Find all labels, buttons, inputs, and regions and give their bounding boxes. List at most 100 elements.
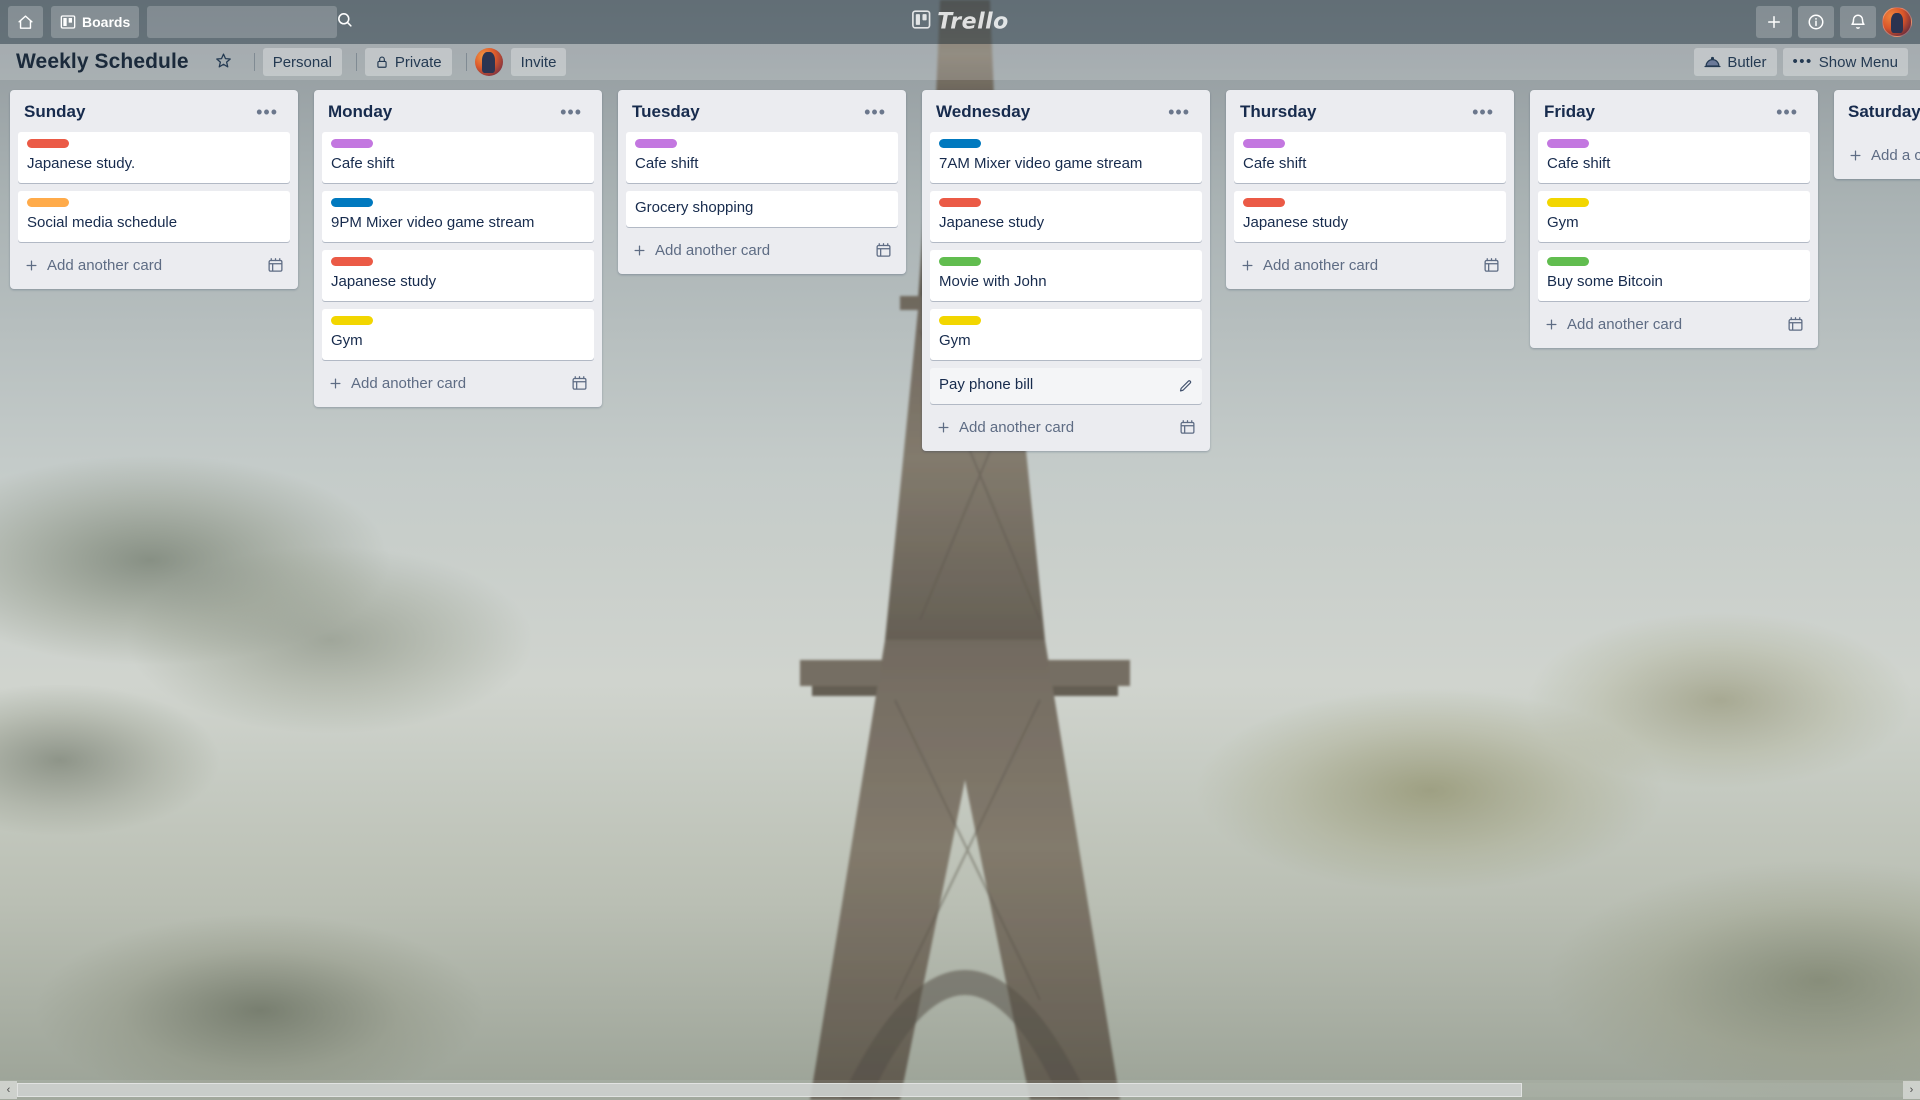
card[interactable]: 7AM Mixer video game stream [930,132,1202,183]
card[interactable]: Social media schedule [18,191,290,242]
board-header-right-actions: Butler ••• Show Menu [1694,48,1910,76]
card-title: Gym [939,332,971,349]
card-template-icon[interactable] [571,375,588,392]
card-label-yellow[interactable] [331,316,373,325]
card-label-orange[interactable] [27,198,69,207]
trello-logo-icon [911,10,931,35]
card[interactable]: Gym [930,309,1202,360]
card-label-blue[interactable] [939,139,981,148]
team-button[interactable]: Personal [262,48,342,76]
scroll-left-button[interactable]: ‹ [0,1081,17,1099]
chevron-right-icon: › [1909,1084,1914,1096]
add-card-text: Add another card [351,375,467,392]
list-menu-button[interactable]: ••• [250,103,284,121]
add-card-button[interactable]: Add another card [322,368,594,399]
card-template-icon[interactable] [1483,257,1500,274]
add-card-label-group: Add another card [632,242,875,259]
card[interactable]: Japanese study [1234,191,1506,242]
butler-button[interactable]: Butler [1694,48,1777,76]
list-header: Saturday [1842,98,1920,132]
add-card-button[interactable]: Add another card [1234,250,1506,281]
add-card-button[interactable]: Add another card [626,235,898,266]
card[interactable]: 9PM Mixer video game stream [322,191,594,242]
card[interactable]: Cafe shift [1538,132,1810,183]
card[interactable]: Japanese study [322,250,594,301]
list-title[interactable]: Friday [1544,102,1770,122]
pencil-icon[interactable] [1174,375,1196,397]
list-menu-button[interactable]: ••• [1466,103,1500,121]
card[interactable]: Gym [322,309,594,360]
add-card-button[interactable]: Add another card [930,412,1202,443]
list-title[interactable]: Saturday [1848,102,1920,122]
card-label-green[interactable] [939,257,981,266]
card-label-purple[interactable] [1243,139,1285,148]
card[interactable]: Gym [1538,191,1810,242]
list-title[interactable]: Wednesday [936,102,1162,122]
card[interactable]: Pay phone bill [930,368,1202,404]
card-title: Japanese study [331,273,437,290]
add-button[interactable] [1756,6,1792,38]
card[interactable]: Movie with John [930,250,1202,301]
plus-icon [328,376,343,391]
card[interactable]: Cafe shift [626,132,898,183]
trello-logo[interactable]: Trello [911,10,1009,35]
card-label-red[interactable] [331,257,373,266]
add-card-button[interactable]: Add another card [1538,309,1810,340]
card[interactable]: Cafe shift [322,132,594,183]
list-title[interactable]: Monday [328,102,554,122]
card-list: Japanese study. Social media schedule [18,132,290,242]
home-button[interactable] [8,6,43,38]
card-label-purple[interactable] [331,139,373,148]
card-label-yellow[interactable] [939,316,981,325]
scroll-right-button[interactable]: › [1903,1081,1920,1099]
list-menu-button[interactable]: ••• [858,103,892,121]
card[interactable]: Cafe shift [1234,132,1506,183]
card-template-icon[interactable] [1787,316,1804,333]
list-menu-button[interactable]: ••• [1770,103,1804,121]
add-card-button[interactable]: Add another card [18,250,290,281]
visibility-button[interactable]: Private [364,48,452,76]
card-title: Social media schedule [27,214,178,231]
card[interactable]: Japanese study [930,191,1202,242]
plus-icon [632,243,647,258]
boards-button[interactable]: Boards [51,6,140,38]
card-template-icon[interactable] [267,257,284,274]
list-header: Sunday ••• [18,98,290,132]
list-menu-button[interactable]: ••• [1162,103,1196,121]
notifications-button[interactable] [1840,6,1876,38]
card-list: 7AM Mixer video game stream Japanese stud… [930,132,1202,404]
card[interactable]: Grocery shopping [626,191,898,227]
add-card-button[interactable]: Add a card [1842,140,1920,171]
card-label-purple[interactable] [1547,139,1589,148]
trello-logo-text: Trello [937,9,1009,35]
card-label-red[interactable] [939,198,981,207]
card-label-green[interactable] [1547,257,1589,266]
invite-button[interactable]: Invite [510,48,567,76]
info-button[interactable] [1798,6,1834,38]
list-title[interactable]: Thursday [1240,102,1466,122]
header-divider-1 [253,53,255,71]
card-template-icon[interactable] [875,242,892,259]
card-label-yellow[interactable] [1547,198,1589,207]
card-template-icon[interactable] [1179,419,1196,436]
search-box[interactable] [147,6,352,38]
card[interactable]: Buy some Bitcoin [1538,250,1810,301]
ellipsis-icon: ••• [864,102,886,122]
member-avatar[interactable] [474,48,503,76]
user-avatar[interactable] [1882,7,1912,37]
star-board-button[interactable] [207,48,240,76]
card-label-purple[interactable] [635,139,677,148]
list-title[interactable]: Sunday [24,102,250,122]
list-title[interactable]: Tuesday [632,102,858,122]
card-label-blue[interactable] [331,198,373,207]
horizontal-scrollbar[interactable]: ‹ › [0,1080,1920,1100]
card-label-red[interactable] [27,139,69,148]
card-label-red[interactable] [1243,198,1285,207]
scrollbar-thumb[interactable] [17,1083,1522,1097]
search-icon[interactable] [336,11,353,33]
list-menu-button[interactable]: ••• [554,103,588,121]
show-menu-button[interactable]: ••• Show Menu [1782,48,1908,76]
card[interactable]: Japanese study. [18,132,290,183]
scrollbar-track[interactable] [17,1083,1903,1097]
search-input[interactable] [155,14,337,30]
